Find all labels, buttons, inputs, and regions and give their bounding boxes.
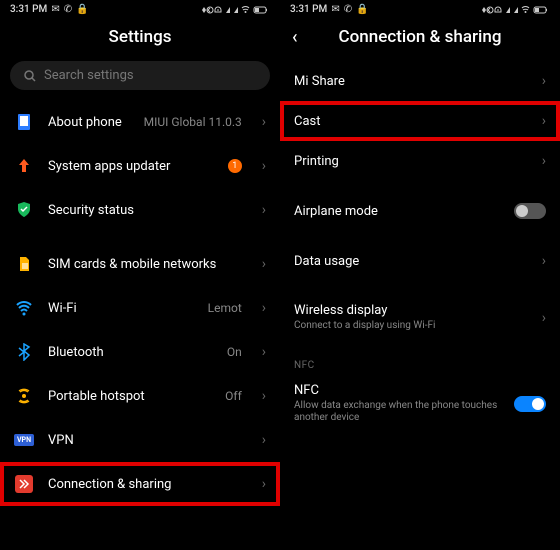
chevron-right-icon: › (262, 158, 266, 174)
sms-icon: ✉ (51, 4, 59, 15)
item-printing[interactable]: Printing › (280, 141, 560, 181)
item-value: MIUI Global 11.0.3 (144, 115, 242, 129)
item-label: Printing (294, 154, 528, 169)
divider (280, 231, 560, 241)
updater-icon (14, 156, 34, 176)
item-sublabel: Connect to a display using Wi-Fi (294, 320, 528, 332)
sim-icon (14, 254, 34, 274)
item-label: About phone (48, 115, 130, 130)
item-wireless-display[interactable]: Wireless display Connect to a display us… (280, 291, 560, 344)
item-label: VPN (48, 433, 248, 448)
status-time: 3:31 PM (10, 4, 47, 15)
item-label: Data usage (294, 254, 528, 269)
divider (0, 232, 280, 242)
item-label: NFC (294, 383, 500, 398)
item-value: Off (225, 389, 242, 403)
item-system-apps-updater[interactable]: System apps updater 1 › (0, 144, 280, 188)
back-button[interactable]: ‹ (292, 27, 298, 48)
item-value: Lemot (208, 301, 242, 315)
about-phone-icon (14, 112, 34, 132)
item-label: Mi Share (294, 74, 528, 89)
item-bluetooth[interactable]: Bluetooth On › (0, 330, 280, 374)
update-badge: 1 (228, 159, 242, 173)
search-placeholder: Search settings (44, 68, 134, 83)
item-cast[interactable]: Cast › (280, 101, 560, 141)
lock-icon: 🔒 (76, 4, 88, 15)
settings-list: About phone MIUI Global 11.0.3 › System … (0, 100, 280, 550)
chevron-right-icon: › (262, 256, 266, 272)
search-icon (24, 70, 36, 82)
chevron-right-icon: › (262, 432, 266, 448)
divider (280, 281, 560, 291)
item-security-status[interactable]: Security status › (0, 188, 280, 232)
item-data-usage[interactable]: Data usage › (280, 241, 560, 281)
item-wifi[interactable]: Wi-Fi Lemot › (0, 286, 280, 330)
whatsapp-icon: ✆ (64, 4, 72, 15)
item-label: Wireless display (294, 303, 528, 318)
status-time: 3:31 PM (290, 4, 327, 15)
chevron-right-icon: › (262, 114, 266, 130)
chevron-right-icon: › (542, 73, 546, 89)
vpn-icon: VPN (14, 430, 34, 450)
wifi-icon (14, 298, 34, 318)
item-vpn[interactable]: VPN VPN › (0, 418, 280, 462)
connection-sharing-icon (14, 474, 34, 494)
item-sim-cards[interactable]: SIM cards & mobile networks › (0, 242, 280, 286)
item-connection-sharing[interactable]: Connection & sharing › (0, 462, 280, 506)
connection-list: Mi Share › Cast › Printing › Airplane mo… (280, 61, 560, 550)
status-bar: 3:31 PM ✉ ✆ 🔒 (0, 0, 280, 17)
item-label: Wi-Fi (48, 301, 194, 316)
chevron-right-icon: › (542, 153, 546, 169)
chevron-right-icon: › (542, 113, 546, 129)
item-label: Portable hotspot (48, 389, 211, 404)
shield-icon (14, 200, 34, 220)
hotspot-icon (14, 386, 34, 406)
item-label: Cast (294, 114, 528, 129)
screen-connection-sharing: 3:31 PM ✉ ✆ 🔒 ‹ Connection & sharing Mi … (280, 0, 560, 550)
item-label: Connection & sharing (48, 477, 248, 492)
sms-icon: ✉ (331, 4, 339, 15)
search-input[interactable]: Search settings (10, 61, 270, 90)
chevron-right-icon: › (262, 202, 266, 218)
item-nfc[interactable]: NFC Allow data exchange when the phone t… (280, 371, 560, 436)
bluetooth-icon (14, 342, 34, 362)
page-title: ‹ Connection & sharing (280, 17, 560, 61)
nfc-toggle[interactable] (514, 396, 546, 412)
item-label: Security status (48, 203, 248, 218)
lock-icon: 🔒 (356, 4, 368, 15)
item-label: SIM cards & mobile networks (48, 257, 248, 272)
item-sublabel: Allow data exchange when the phone touch… (294, 400, 500, 424)
item-label: Bluetooth (48, 345, 213, 360)
chevron-right-icon: › (262, 388, 266, 404)
whatsapp-icon: ✆ (344, 4, 352, 15)
chevron-right-icon: › (542, 253, 546, 269)
item-portable-hotspot[interactable]: Portable hotspot Off › (0, 374, 280, 418)
chevron-right-icon: › (262, 476, 266, 492)
item-label: System apps updater (48, 159, 214, 174)
section-nfc: NFC (280, 354, 560, 371)
divider (280, 344, 560, 354)
status-icons-right (200, 5, 270, 15)
chevron-right-icon: › (262, 300, 266, 316)
divider (280, 181, 560, 191)
item-value: On (227, 345, 242, 359)
screen-settings: 3:31 PM ✉ ✆ 🔒 Settings Search settings A… (0, 0, 280, 550)
item-mi-share[interactable]: Mi Share › (280, 61, 560, 101)
chevron-right-icon: › (542, 310, 546, 326)
airplane-toggle[interactable] (514, 203, 546, 219)
page-title: Settings (0, 17, 280, 61)
item-label: Airplane mode (294, 204, 500, 219)
status-bar: 3:31 PM ✉ ✆ 🔒 (280, 0, 560, 17)
item-airplane-mode[interactable]: Airplane mode (280, 191, 560, 231)
chevron-right-icon: › (262, 344, 266, 360)
status-icons-right (480, 5, 550, 15)
item-about-phone[interactable]: About phone MIUI Global 11.0.3 › (0, 100, 280, 144)
